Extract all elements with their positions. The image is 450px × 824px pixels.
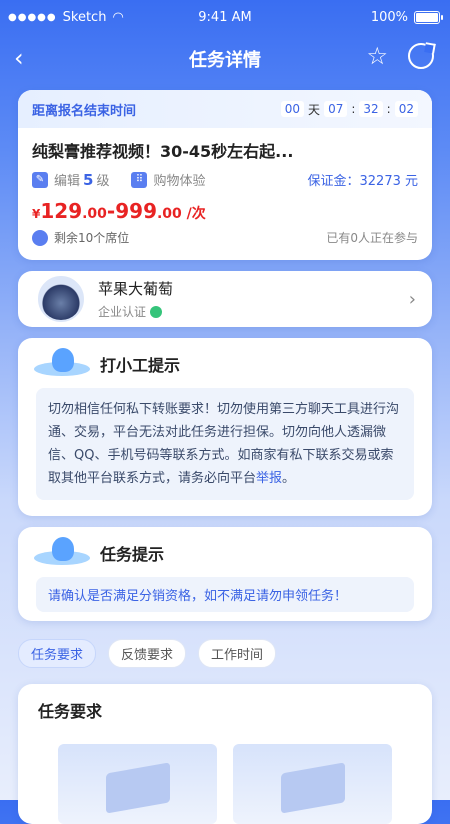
merchant-card[interactable]: 苹果大葡萄 企业认证 › xyxy=(18,271,432,327)
battery-group: 100% xyxy=(370,10,443,25)
tip-card: 打小工提示 切勿相信任何私下转账要求！切勿使用第三方聊天工具进行沟通、交易，平台… xyxy=(18,338,432,516)
hint-card: 任务提示 请确认是否满足分销资格，如不满足请勿申领任务！ xyxy=(18,527,432,621)
requirements-title: 任务要求 xyxy=(38,702,103,721)
deposit-amount: 保证金：32273 元 xyxy=(307,174,419,189)
requirement-image[interactable] xyxy=(233,744,392,824)
countdown-hours: 07 xyxy=(324,101,348,117)
seats-row: 剩余10个席位 已有0人正在参与 xyxy=(18,223,432,246)
price-min: 129 xyxy=(40,199,83,223)
seats-remaining: 剩余10个席位 xyxy=(54,231,130,245)
participants-count: 已有0人正在参与 xyxy=(326,231,418,245)
tab-task-requirements[interactable]: 任务要求 xyxy=(18,639,97,668)
requirements-card: 任务要求 xyxy=(18,684,432,824)
countdown-minutes: 32 xyxy=(359,101,383,117)
tip-title: 打小工提示 xyxy=(100,356,181,375)
price-min-decimal: .00 xyxy=(82,206,107,222)
share-icon[interactable] xyxy=(408,43,434,69)
merchant-cert: 企业认证 xyxy=(98,303,173,320)
tip-text-end: 。 xyxy=(282,471,296,486)
task-card: 距离报名结束时间 00 天 07 : 32 : 02 纯梨膏推荐视频！30-45… xyxy=(18,90,432,260)
merchant-name: 苹果大葡萄 xyxy=(98,280,174,298)
task-type: 编辑 xyxy=(54,174,81,189)
category-icon: ⠿ xyxy=(131,171,148,188)
countdown-seconds: 02 xyxy=(394,101,418,117)
seat-icon xyxy=(32,229,48,246)
deadline-bar: 距离报名结束时间 00 天 07 : 32 : 02 xyxy=(18,90,432,128)
tip-text: 切勿相信任何私下转账要求！切勿使用第三方聊天工具进行沟通、交易，平台无法对此任务… xyxy=(48,402,400,486)
tip-header: 打小工提示 xyxy=(18,338,432,380)
price-separator: - xyxy=(106,199,116,223)
tab-work-time[interactable]: 工作时间 xyxy=(198,639,277,668)
price-unit: /次 xyxy=(181,206,206,222)
mascot-icon xyxy=(34,537,90,569)
task-title: 纯梨膏推荐视频！30-45秒左右起... xyxy=(32,142,294,161)
hint-title: 任务提示 xyxy=(100,545,165,564)
nav-bar: ‹ 任务详情 ☆ xyxy=(0,36,450,80)
verified-icon xyxy=(150,305,163,318)
deadline-label: 距离报名结束时间 xyxy=(32,103,137,119)
hint-header: 任务提示 xyxy=(18,527,432,569)
merchant-info: 苹果大葡萄 企业认证 xyxy=(98,278,173,320)
status-bar: ●●●●● Sketch ◠ 9:41 AM 100% xyxy=(0,0,450,36)
price: ¥129.00-999.00 /次 xyxy=(18,189,432,223)
hint-text: 请确认是否满足分销资格，如不满足请勿申领任务！ xyxy=(36,577,414,612)
chevron-right-icon: › xyxy=(408,288,416,310)
requirement-image[interactable] xyxy=(58,744,217,824)
avatar xyxy=(38,276,84,322)
mascot-icon xyxy=(34,348,90,380)
star-icon[interactable]: ☆ xyxy=(366,42,388,70)
report-link[interactable]: 举报 xyxy=(256,471,282,486)
edit-icon: ✎ xyxy=(32,171,48,188)
tip-text-box: 切勿相信任何私下转账要求！切勿使用第三方聊天工具进行沟通、交易，平台无法对此任务… xyxy=(36,388,414,500)
countdown: 00 天 07 : 32 : 02 xyxy=(280,101,418,118)
countdown-days: 00 xyxy=(280,101,305,117)
task-category: 购物体验 xyxy=(153,174,206,189)
battery-fill xyxy=(416,13,438,22)
countdown-day-unit: 天 xyxy=(308,102,321,117)
requirements-images xyxy=(58,744,392,824)
cert-label: 企业认证 xyxy=(98,305,147,319)
battery-icon xyxy=(414,11,443,24)
battery-percent: 100% xyxy=(370,10,408,25)
countdown-sep: : xyxy=(386,102,391,116)
task-meta: ✎ 编辑 5 级 ⠿ 购物体验 保证金：32273 元 xyxy=(18,162,432,189)
price-max-decimal: .00 xyxy=(156,206,182,222)
tab-bar: 任务要求 反馈要求 工作时间 xyxy=(18,639,277,668)
task-level: 5 xyxy=(83,170,94,189)
tab-feedback-requirements[interactable]: 反馈要求 xyxy=(108,639,187,668)
countdown-sep: : xyxy=(351,102,356,116)
price-max: 999 xyxy=(115,199,157,223)
task-level-unit: 级 xyxy=(96,174,110,189)
